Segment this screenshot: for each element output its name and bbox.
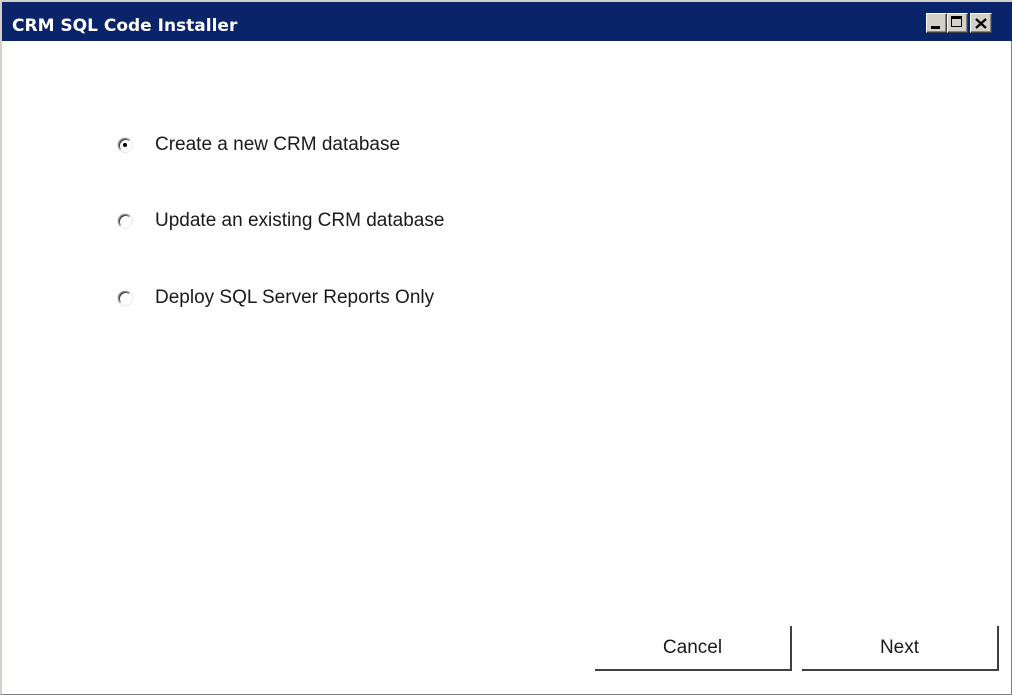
radio-button[interactable] [118,214,132,228]
maximize-button[interactable] [947,13,968,33]
radio-button-selected[interactable] [118,138,132,152]
option-deploy-reports-only[interactable]: Deploy SQL Server Reports Only [118,287,434,309]
maximize-icon [951,16,962,27]
option-label[interactable]: Create a new CRM database [155,134,400,156]
radio-selected-dot-icon [123,143,127,147]
close-button[interactable] [970,13,992,33]
option-label[interactable]: Update an existing CRM database [155,210,444,232]
option-create-new-database[interactable]: Create a new CRM database [118,134,400,156]
installer-window: CRM SQL Code Installer Create a new CRM … [0,0,1012,695]
window-title: CRM SQL Code Installer [12,16,238,36]
cancel-button[interactable]: Cancel [595,626,792,671]
option-update-existing-database[interactable]: Update an existing CRM database [118,210,444,232]
next-button[interactable]: Next [802,626,999,671]
option-label[interactable]: Deploy SQL Server Reports Only [155,287,434,309]
title-bar[interactable]: CRM SQL Code Installer [2,0,1012,41]
radio-button[interactable] [118,291,132,305]
minimize-button[interactable] [926,13,947,33]
minimize-icon [931,26,940,29]
close-icon [971,14,991,32]
